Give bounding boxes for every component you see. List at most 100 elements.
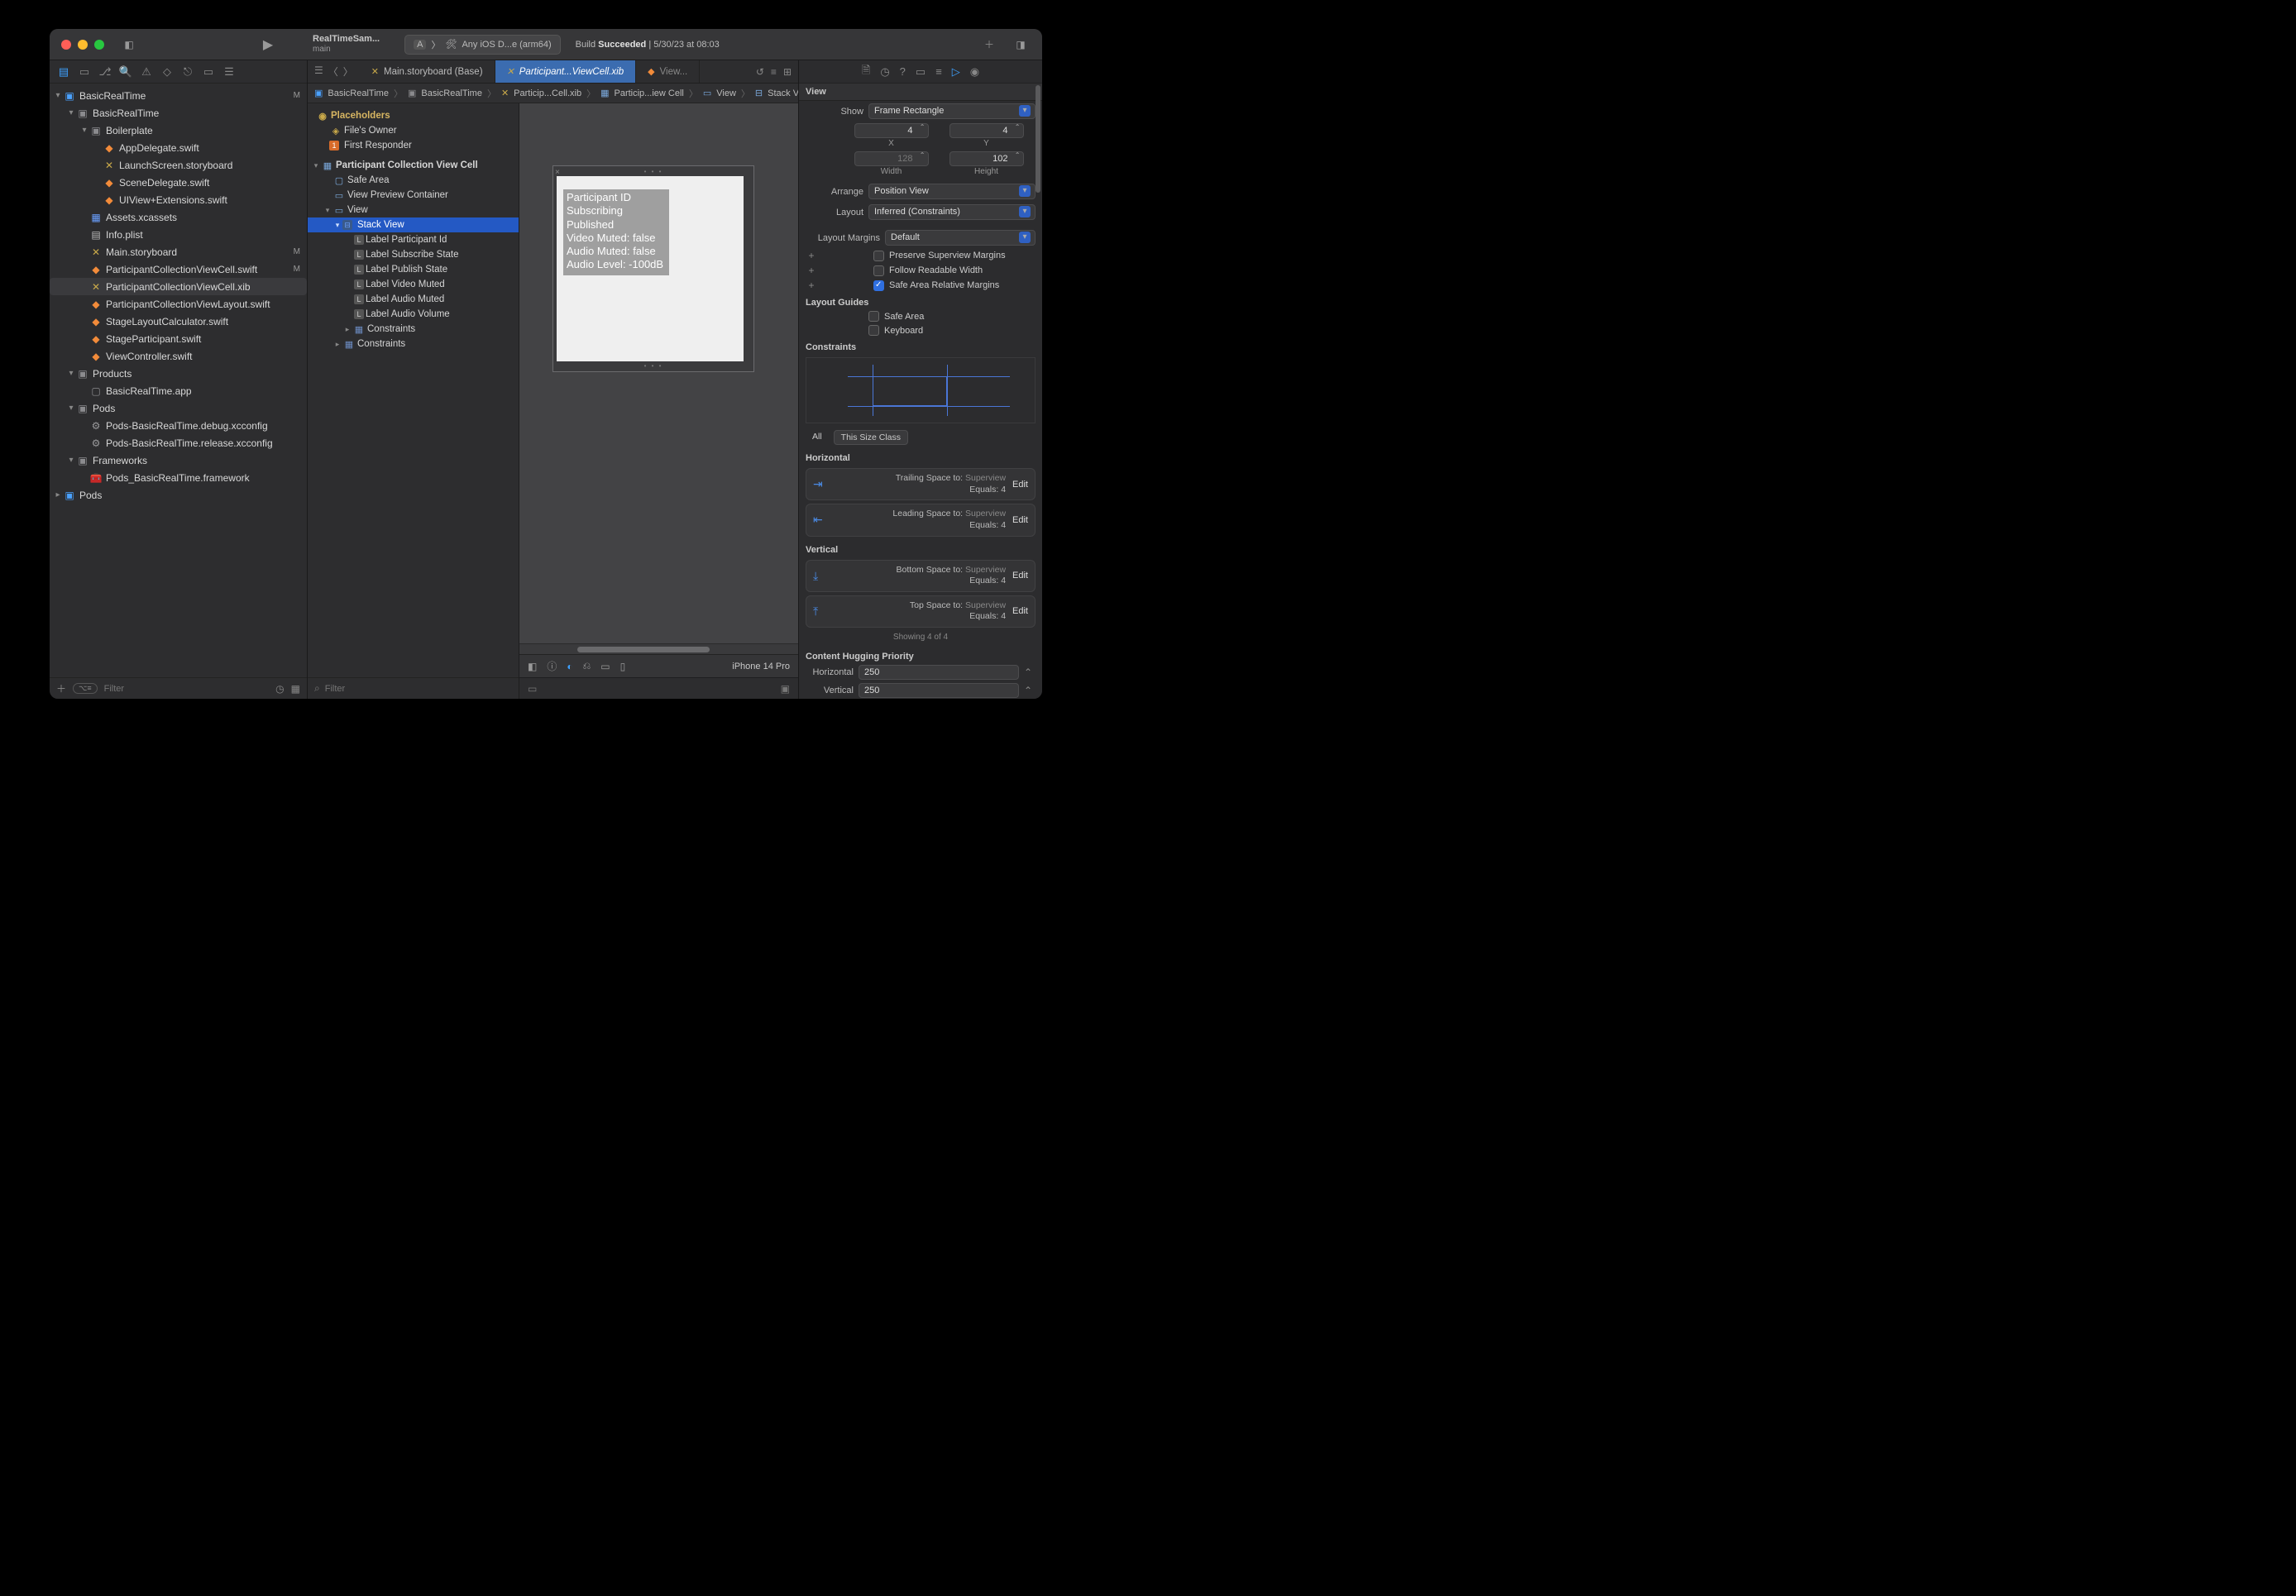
- close-window[interactable]: [61, 40, 71, 50]
- edit-constraint-2[interactable]: Edit: [1012, 571, 1028, 581]
- test-navigator-tab[interactable]: ◇: [158, 65, 176, 79]
- tree-item[interactable]: ◆StageLayoutCalculator.swift: [50, 313, 307, 330]
- device-phone-icon[interactable]: ▭: [600, 661, 610, 672]
- identity-inspector-tab[interactable]: ▭: [916, 65, 926, 79]
- run-button[interactable]: ▶: [256, 36, 280, 53]
- tree-item[interactable]: ◆AppDelegate.swift: [50, 139, 307, 156]
- hug-v-value[interactable]: 250: [859, 683, 1019, 698]
- right-sidebar-toggle[interactable]: ◨: [1009, 39, 1032, 50]
- forward-button[interactable]: 〉: [343, 65, 353, 79]
- outline-label-item[interactable]: L Label Subscribe State: [308, 247, 519, 262]
- history-inspector-tab[interactable]: ◷: [880, 65, 889, 79]
- back-button[interactable]: 〈: [328, 65, 338, 79]
- add-margin-1[interactable]: +: [806, 250, 817, 261]
- orientation-icon[interactable]: ⎌: [583, 660, 591, 672]
- stack-overlay[interactable]: Participant ID Subscribing Published Vid…: [563, 189, 669, 275]
- edit-constraint-0[interactable]: Edit: [1012, 480, 1028, 490]
- outline-label-item[interactable]: L Label Publish State: [308, 262, 519, 277]
- tree-item[interactable]: ▾▣Boilerplate: [50, 122, 307, 139]
- margins-select[interactable]: Default: [885, 230, 1036, 246]
- device-pad-icon[interactable]: ▯: [620, 661, 626, 672]
- find-navigator-tab[interactable]: 🔍: [117, 65, 135, 79]
- tree-item[interactable]: ◆ParticipantCollectionViewLayout.swift: [50, 295, 307, 313]
- debug-navigator-tab[interactable]: ⎋: [179, 65, 197, 79]
- hug-v-stepper[interactable]: ⌃: [1024, 685, 1036, 696]
- constraint-top[interactable]: ⤒ Top Space to: SuperviewEquals: 4 Edit: [806, 595, 1036, 628]
- tree-item[interactable]: ▤Info.plist: [50, 226, 307, 243]
- constraints-all[interactable]: All: [806, 430, 829, 445]
- ib-canvas[interactable]: × • • • Participant ID Subscribing Publi…: [519, 103, 798, 643]
- add-file-button[interactable]: ＋: [56, 681, 66, 695]
- tree-item[interactable]: ◆ViewController.swift: [50, 347, 307, 365]
- y-stepper[interactable]: 4: [949, 123, 1024, 138]
- scheme-selector[interactable]: A 〉 🛠 Any iOS D...e (arm64): [404, 35, 561, 55]
- cell-header[interactable]: ▾▦ Participant Collection View Cell: [308, 158, 519, 173]
- cell-frame[interactable]: × • • • Participant ID Subscribing Publi…: [552, 165, 754, 372]
- connections-inspector-tab[interactable]: ◉: [970, 65, 979, 79]
- edit-constraint-1[interactable]: Edit: [1012, 515, 1028, 525]
- outline-label-item[interactable]: L Label Audio Volume: [308, 307, 519, 322]
- tree-item[interactable]: ▾▣BasicRealTime: [50, 104, 307, 122]
- view-item[interactable]: ▾▭View: [308, 203, 519, 217]
- adjust-editor-icon[interactable]: ≡: [771, 66, 777, 78]
- outline-filter-input[interactable]: [325, 684, 512, 694]
- zoom-window[interactable]: [94, 40, 104, 50]
- x-stepper[interactable]: 4: [854, 123, 929, 138]
- tree-item[interactable]: ◆UIView+Extensions.swift: [50, 191, 307, 208]
- minimize-window[interactable]: [78, 40, 88, 50]
- tree-item[interactable]: ◆ParticipantCollectionViewCell.swiftM: [50, 260, 307, 278]
- tree-item[interactable]: ▦Assets.xcassets: [50, 208, 307, 226]
- outline-label-item[interactable]: L Label Audio Muted: [308, 292, 519, 307]
- layout-select[interactable]: Inferred (Constraints): [868, 204, 1036, 220]
- outline-toggle-icon[interactable]: ◧: [528, 661, 537, 672]
- attributes-inspector-tab[interactable]: ≡: [935, 65, 942, 78]
- related-items-icon[interactable]: ☰: [314, 65, 323, 79]
- file-inspector-tab[interactable]: 🗎: [862, 63, 870, 81]
- size-inspector-tab[interactable]: ▷: [952, 65, 960, 79]
- canvas-scrollbar[interactable]: [519, 643, 798, 654]
- tree-item[interactable]: ◆SceneDelegate.swift: [50, 174, 307, 191]
- arrange-select[interactable]: Position View: [868, 184, 1036, 199]
- report-navigator-tab[interactable]: ☰: [220, 65, 238, 79]
- first-responder[interactable]: 1First Responder: [308, 138, 519, 153]
- hug-h-stepper[interactable]: ⌃: [1024, 667, 1036, 678]
- tree-item[interactable]: ▢BasicRealTime.app: [50, 382, 307, 399]
- help-inspector-tab[interactable]: ?: [900, 65, 906, 78]
- add-margin-3[interactable]: +: [806, 280, 817, 291]
- editor-tab-2[interactable]: ◆ View...: [636, 60, 700, 83]
- live-preview-icon[interactable]: ⓘ: [547, 659, 557, 673]
- project-root[interactable]: ▾▣ BasicRealTime M: [50, 87, 307, 104]
- recent-filter-icon[interactable]: ◷: [275, 683, 284, 695]
- appearance-icon[interactable]: ◐: [567, 661, 572, 672]
- project-navigator-tab[interactable]: ▤: [55, 65, 73, 79]
- pods-root[interactable]: ▸▣ Pods: [50, 486, 307, 504]
- symbol-navigator-tab[interactable]: ⎇: [96, 65, 114, 79]
- files-owner[interactable]: ◈File's Owner: [308, 123, 519, 138]
- navigator-filter-input[interactable]: [104, 684, 270, 694]
- breakpoint-navigator-tab[interactable]: ▭: [199, 65, 218, 79]
- editor-tab-0[interactable]: ✕ Main.storyboard (Base): [360, 60, 495, 83]
- guide-keyboard-checkbox[interactable]: [868, 325, 879, 336]
- editor-tab-1[interactable]: ✕ Participant...ViewCell.xib: [495, 60, 637, 83]
- scm-filter-icon[interactable]: ▦: [291, 683, 300, 695]
- inspector-scrollbar[interactable]: [1036, 85, 1040, 695]
- constraints-sizeclass[interactable]: This Size Class: [834, 430, 908, 445]
- tree-item[interactable]: ▾▣Products: [50, 365, 307, 382]
- tree-item[interactable]: ⚙Pods-BasicRealTime.debug.xcconfig: [50, 417, 307, 434]
- follow-checkbox[interactable]: [873, 265, 884, 276]
- jump-bar[interactable]: ▣ BasicRealTime〉 ▣ BasicRealTime〉 ✕ Part…: [308, 84, 798, 103]
- debug-console-icon[interactable]: ▭: [528, 683, 537, 695]
- debug-toggle-icon[interactable]: ▣: [781, 683, 790, 695]
- issue-navigator-tab[interactable]: ⚠: [137, 65, 155, 79]
- constraint-diagram[interactable]: [806, 357, 1036, 423]
- show-select[interactable]: Frame Rectangle: [868, 103, 1036, 119]
- safe-area-item[interactable]: ▢Safe Area: [308, 173, 519, 188]
- refresh-icon[interactable]: ↺: [756, 66, 764, 78]
- stack-view-item[interactable]: ▾⊟ Stack View: [308, 217, 519, 232]
- height-stepper[interactable]: 102: [949, 151, 1024, 166]
- hug-h-value[interactable]: 250: [859, 665, 1019, 680]
- tree-item[interactable]: ◆StageParticipant.swift: [50, 330, 307, 347]
- project-title[interactable]: RealTimeSam... main: [313, 34, 380, 55]
- width-stepper[interactable]: 128: [854, 151, 929, 166]
- safearea-checkbox[interactable]: [873, 280, 884, 291]
